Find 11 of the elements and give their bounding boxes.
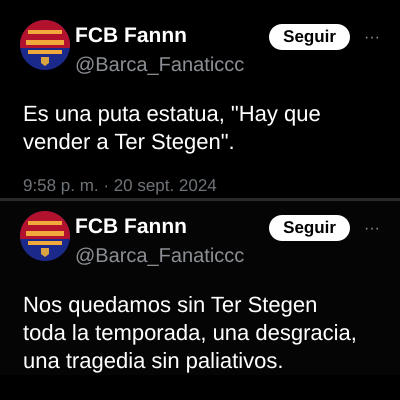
- author-handle: @Barca_Fanaticcc: [75, 53, 246, 78]
- author-name: FCB Fannn: [75, 215, 188, 239]
- follow-button[interactable]: Seguir: [269, 215, 350, 241]
- author-handle: @Barca_Fanaticcc: [75, 244, 246, 269]
- tweet-text: Es una puta estatua, "Hay que vender a Ter Stegen".: [23, 100, 322, 156]
- more-options[interactable]: ···: [364, 26, 380, 50]
- author-name: FCB Fannn: [75, 24, 188, 48]
- more-options[interactable]: ···: [364, 217, 380, 241]
- tweet-text: Nos quedamos sin Ter Stegen toda la temporada, una desgracia, una tragedia sin paliativos.: [23, 291, 358, 375]
- follow-button[interactable]: Seguir: [269, 24, 350, 50]
- timestamp: 9:58 p. m. · 20 sept. 2024: [23, 176, 218, 196]
